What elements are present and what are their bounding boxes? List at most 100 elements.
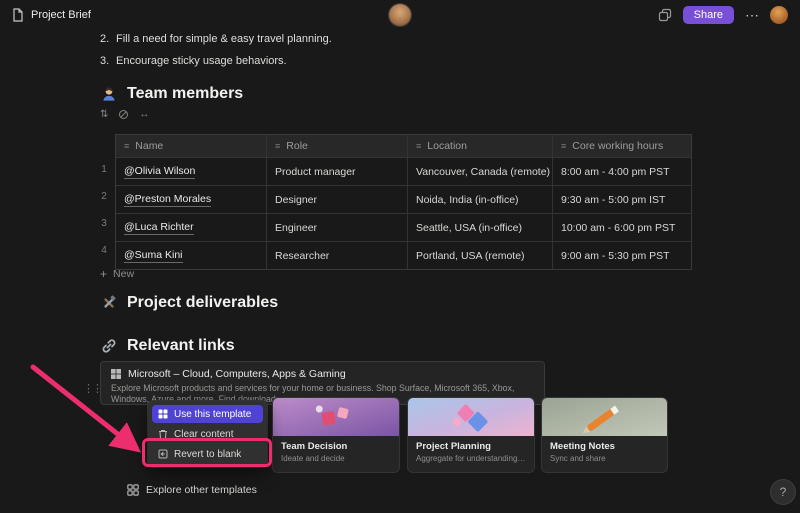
cell-role[interactable]: Product manager [266,158,407,185]
row-number: 1 [96,156,112,183]
person-mention[interactable]: @Olivia Wilson [124,165,195,179]
column-label: Name [135,140,163,152]
team-members-heading: Team members [100,85,243,103]
table-row[interactable]: @Luca Richter Engineer Seattle, USA (in-… [116,213,691,241]
column-label: Location [427,140,467,152]
template-thumbnail [273,398,399,436]
more-options-icon[interactable]: ⋯ [745,8,759,22]
cell-role[interactable]: Designer [266,186,407,213]
cell-role[interactable]: Engineer [266,214,407,241]
list-number: 3. [100,55,116,67]
profile-avatar-center[interactable] [389,4,411,26]
table-row[interactable]: @Suma Kini Researcher Portland, USA (rem… [116,241,691,269]
template-title: Project Planning [416,441,526,452]
text-column-icon: ≡ [124,141,129,151]
list-text: Encourage sticky usage behaviors. [116,55,287,67]
template-thumbnail [542,398,667,436]
template-title: Meeting Notes [550,441,659,452]
template-subtitle: Aggregate for understanding an... [416,454,526,463]
template-subtitle: Ideate and decide [281,454,391,463]
revert-icon [158,449,168,459]
add-row-button[interactable]: + New [100,268,134,280]
cell-location[interactable]: Seattle, USA (in-office) [407,214,552,241]
cell-name[interactable]: @Preston Morales [116,186,266,213]
template-card-meeting-notes[interactable]: Meeting Notes Sync and share [541,397,668,473]
template-card-team-decision[interactable]: Team Decision Ideate and decide [272,397,400,473]
cell-location[interactable]: Portland, USA (remote) [407,242,552,269]
table-row[interactable]: @Olivia Wilson Product manager Vancouver… [116,157,691,185]
relevant-links-heading: Relevant links [100,337,235,355]
cell-name[interactable]: @Suma Kini [116,242,266,269]
cell-name[interactable]: @Luca Richter [116,214,266,241]
column-header-role[interactable]: ≡ Role [266,135,407,157]
explore-other-templates-button[interactable]: Explore other templates [127,484,257,496]
page-icon [12,8,24,22]
templates-grid-icon [127,484,139,496]
help-button[interactable]: ? [771,480,795,504]
new-row-label: New [113,268,134,280]
cell-hours[interactable]: 10:00 am - 6:00 pm PST [552,214,691,241]
page-title: Project Brief [31,9,91,21]
duplicate-icon[interactable] [658,8,672,22]
trash-icon [158,429,168,440]
row-number: 2 [96,183,112,210]
column-header-name[interactable]: ≡ Name [116,135,266,157]
sort-icon[interactable]: ⇅ [100,109,108,120]
column-label: Core working hours [572,140,663,152]
row-number: 4 [96,237,112,264]
menu-item-label: Use this template [174,409,251,420]
column-label: Role [286,140,308,152]
column-header-location[interactable]: ≡ Location [407,135,552,157]
numbered-list-item[interactable]: 2. Fill a need for simple & easy travel … [100,33,332,45]
explore-label: Explore other templates [146,484,257,496]
clear-content-button[interactable]: Clear content [152,425,263,443]
heading-text: Team members [127,85,243,103]
plus-icon: + [100,268,107,280]
person-mention[interactable]: @Suma Kini [124,249,183,263]
heading-text: Relevant links [127,337,235,355]
drag-handle-icon[interactable]: ⋮⋮ [83,382,101,395]
cell-hours[interactable]: 9:00 am - 5:30 pm PST [552,242,691,269]
project-deliverables-heading: Project deliverables [100,294,278,312]
numbered-list-item[interactable]: 3. Encourage sticky usage behaviors. [100,55,287,67]
resize-icon[interactable]: ↔ [139,109,149,120]
menu-item-label: Revert to blank [174,449,241,460]
table-row-numbers: 1 2 3 4 [96,156,112,264]
revert-to-blank-button[interactable]: Revert to blank [152,445,263,463]
list-number: 2. [100,33,116,45]
person-mention[interactable]: @Luca Richter [124,221,194,235]
cell-location[interactable]: Noida, India (in-office) [407,186,552,213]
row-number: 3 [96,210,112,237]
cell-location[interactable]: Vancouver, Canada (remote) [407,158,552,185]
top-bar: Project Brief Share ⋯ [0,0,800,30]
notion-page: Project Brief Share ⋯ 2. Fill a need for… [0,0,800,513]
template-context-menu: Use this template Clear content Revert t… [148,401,267,467]
table-toolbar: ⇅ ↔ [100,109,149,120]
breadcrumb[interactable]: Project Brief [12,8,91,22]
column-header-hours[interactable]: ≡ Core working hours [552,135,691,157]
cell-hours[interactable]: 9:30 am - 5:00 pm IST [552,186,691,213]
template-card-project-planning[interactable]: Project Planning Aggregate for understan… [407,397,535,473]
text-column-icon: ≡ [275,141,280,151]
user-avatar[interactable] [770,6,788,24]
list-text: Fill a need for simple & easy travel pla… [116,33,332,45]
cell-hours[interactable]: 8:00 am - 4:00 pm PST [552,158,691,185]
template-title: Team Decision [281,441,391,452]
microsoft-favicon-icon [111,369,121,379]
heading-text: Project deliverables [127,294,278,312]
cell-name[interactable]: @Olivia Wilson [116,158,266,185]
share-button[interactable]: Share [683,6,734,24]
table-header-row: ≡ Name ≡ Role ≡ Location ≡ Core working … [116,135,691,157]
text-column-icon: ≡ [416,141,421,151]
table-row[interactable]: @Preston Morales Designer Noida, India (… [116,185,691,213]
bookmark-title: Microsoft – Cloud, Computers, Apps & Gam… [128,368,346,380]
text-column-icon: ≡ [561,141,566,151]
hide-icon[interactable] [118,109,129,120]
use-this-template-button[interactable]: Use this template [152,405,263,423]
cell-role[interactable]: Researcher [266,242,407,269]
template-subtitle: Sync and share [550,454,659,463]
team-table: ≡ Name ≡ Role ≡ Location ≡ Core working … [115,134,692,270]
woman-technologist-emoji-icon [100,85,118,103]
link-emoji-icon [100,337,118,355]
person-mention[interactable]: @Preston Morales [124,193,211,207]
